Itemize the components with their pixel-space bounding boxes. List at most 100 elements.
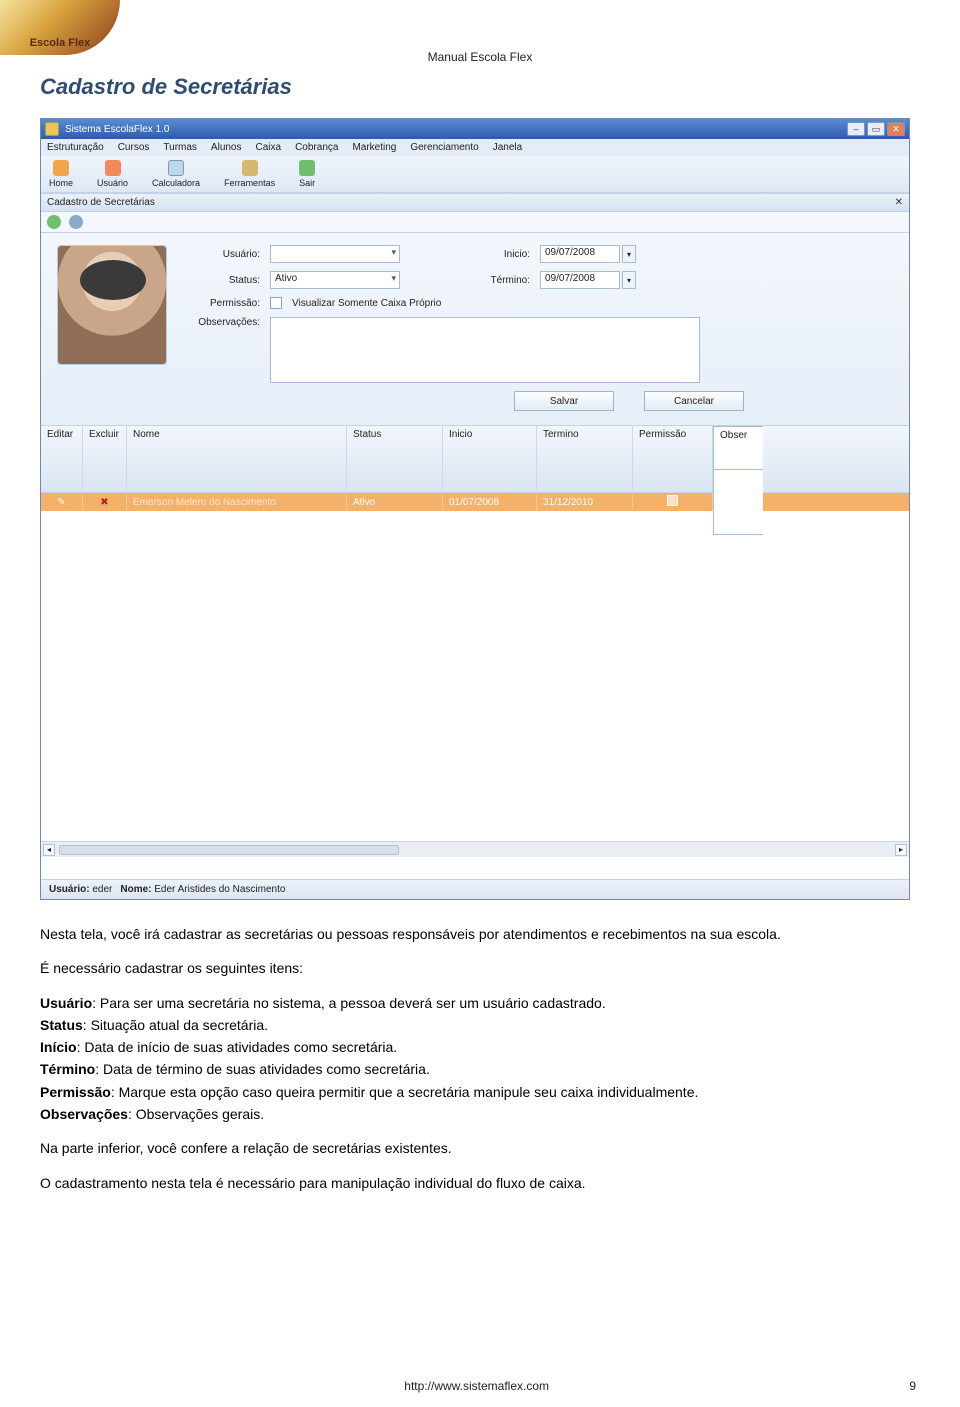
- permissao-checkbox[interactable]: [270, 297, 282, 309]
- def-status-text: : Situação atual da secretária.: [83, 1017, 268, 1033]
- intro-paragraph: Nesta tela, você irá cadastrar as secret…: [40, 924, 920, 944]
- status-nome-value: Eder Aristides do Nascimento: [154, 884, 285, 895]
- avatar-image: [57, 245, 167, 365]
- maximize-button[interactable]: ▭: [867, 122, 885, 136]
- scroll-right-icon[interactable]: ▸: [895, 844, 907, 856]
- col-nome[interactable]: Nome: [127, 426, 347, 492]
- refresh-icon[interactable]: [69, 215, 83, 229]
- menu-cursos[interactable]: Cursos: [118, 142, 150, 153]
- user-icon: [105, 160, 121, 176]
- def-usuario-text: : Para ser uma secretária no sistema, a …: [92, 995, 606, 1011]
- status-nome-label: Nome:: [120, 884, 151, 895]
- menu-alunos[interactable]: Alunos: [211, 142, 242, 153]
- window-titlebar: Sistema EscolaFlex 1.0 – ▭ ✕: [41, 119, 909, 139]
- lead-paragraph: É necessário cadastrar os seguintes iten…: [40, 958, 920, 978]
- close-button[interactable]: ✕: [887, 122, 905, 136]
- form-panel: Usuário: Inicio: 09/07/2008 ▾ Status: At…: [41, 233, 909, 425]
- permissao-checkbox-label: Visualizar Somente Caixa Próprio: [292, 298, 441, 309]
- toolbar-usuario[interactable]: Usuário: [97, 160, 128, 188]
- menu-cobranca[interactable]: Cobrança: [295, 142, 338, 153]
- label-permissao: Permissão:: [185, 298, 260, 309]
- toolbar-calculadora[interactable]: Calculadora: [152, 160, 200, 188]
- salvar-button[interactable]: Salvar: [514, 391, 614, 411]
- inicio-date-picker-icon[interactable]: ▾: [622, 245, 636, 263]
- grid-row[interactable]: ✎ ✖ Emerson Melero do Nascimento Ativo 0…: [41, 493, 909, 511]
- def-usuario-label: Usuário: [40, 995, 92, 1011]
- row-delete-icon[interactable]: ✖: [83, 495, 127, 510]
- termino-date-input[interactable]: 09/07/2008: [540, 271, 620, 289]
- def-termino-label: Término: [40, 1061, 95, 1077]
- row-perm-checkbox[interactable]: [667, 495, 678, 506]
- exit-icon: [299, 160, 315, 176]
- section-title: Cadastro de Secretárias: [40, 74, 920, 100]
- col-termino[interactable]: Termino: [537, 426, 633, 492]
- document-header: Manual Escola Flex: [40, 50, 920, 64]
- menu-turmas[interactable]: Turmas: [163, 142, 197, 153]
- horizontal-scrollbar[interactable]: ◂ ▸: [41, 841, 909, 857]
- page-footer: http://www.sistemaflex.com 9: [0, 1379, 960, 1393]
- child-window-title: Cadastro de Secretárias: [47, 197, 155, 208]
- toolbar-ferramentas[interactable]: Ferramentas: [224, 160, 275, 188]
- main-toolbar: Home Usuário Calculadora Ferramentas Sai…: [41, 156, 909, 193]
- grid-body-empty: [41, 511, 909, 841]
- termino-date-picker-icon[interactable]: ▾: [622, 271, 636, 289]
- row-termino: 31/12/2010: [537, 495, 633, 510]
- add-icon[interactable]: [47, 215, 61, 229]
- def-permissao-text: : Marque esta opção caso queira permitir…: [111, 1084, 699, 1100]
- row-permissao: [633, 493, 713, 511]
- app-screenshot: Sistema EscolaFlex 1.0 – ▭ ✕ Estruturaçã…: [40, 118, 910, 900]
- row-edit-icon[interactable]: ✎: [41, 495, 83, 510]
- window-title: Sistema EscolaFlex 1.0: [65, 124, 170, 135]
- def-status-label: Status: [40, 1017, 83, 1033]
- app-icon: [45, 122, 59, 136]
- page-number: 9: [909, 1379, 916, 1393]
- scroll-left-icon[interactable]: ◂: [43, 844, 55, 856]
- inicio-date-input[interactable]: 09/07/2008: [540, 245, 620, 263]
- scroll-thumb[interactable]: [59, 845, 399, 855]
- label-observacoes: Observações:: [185, 317, 260, 328]
- final-paragraph: O cadastramento nesta tela é necessário …: [40, 1173, 920, 1193]
- col-permissao[interactable]: Permissão: [633, 426, 713, 492]
- child-window-titlebar: Cadastro de Secretárias ✕: [41, 193, 909, 212]
- statusbar-spacer: [41, 857, 909, 879]
- label-status: Status:: [185, 275, 260, 286]
- manual-body-text: Nesta tela, você irá cadastrar as secret…: [40, 924, 920, 1193]
- minimize-button[interactable]: –: [847, 122, 865, 136]
- def-permissao-label: Permissão: [40, 1084, 111, 1100]
- label-termino: Término:: [480, 275, 530, 286]
- child-close-button[interactable]: ✕: [895, 197, 903, 208]
- toolbar-home[interactable]: Home: [49, 160, 73, 188]
- col-excluir[interactable]: Excluir: [83, 426, 127, 492]
- col-inicio[interactable]: Inicio: [443, 426, 537, 492]
- row-obs: TESTE: [713, 469, 763, 535]
- col-status[interactable]: Status: [347, 426, 443, 492]
- col-editar[interactable]: Editar: [41, 426, 83, 492]
- def-inicio-label: Início: [40, 1039, 77, 1055]
- menu-gerenciamento[interactable]: Gerenciamento: [410, 142, 478, 153]
- menu-janela[interactable]: Janela: [493, 142, 522, 153]
- logo-text: Escola Flex: [30, 37, 91, 49]
- toolbar-sair[interactable]: Sair: [299, 160, 315, 188]
- footer-url: http://www.sistemaflex.com: [404, 1379, 549, 1393]
- def-termino-text: : Data de término de suas atividades com…: [95, 1061, 430, 1077]
- menu-estruturacao[interactable]: Estruturação: [47, 142, 104, 153]
- menu-marketing[interactable]: Marketing: [352, 142, 396, 153]
- def-observacoes-text: : Observações gerais.: [128, 1106, 264, 1122]
- status-combo[interactable]: Ativo: [270, 271, 400, 289]
- menu-caixa[interactable]: Caixa: [256, 142, 282, 153]
- def-observacoes-label: Observações: [40, 1106, 128, 1122]
- form-toolbar: [41, 212, 909, 233]
- row-nome: Emerson Melero do Nascimento: [127, 495, 347, 510]
- def-inicio-text: : Data de início de suas atividades como…: [77, 1039, 398, 1055]
- status-bar: Usuário: eder Nome: Eder Aristides do Na…: [41, 879, 909, 899]
- usuario-combo[interactable]: [270, 245, 400, 263]
- label-inicio: Inicio:: [480, 249, 530, 260]
- label-usuario: Usuário:: [185, 249, 260, 260]
- status-usuario-label: Usuário:: [49, 884, 90, 895]
- row-inicio: 01/07/2008: [443, 495, 537, 510]
- lower-paragraph: Na parte inferior, você confere a relaçã…: [40, 1138, 920, 1158]
- cancelar-button[interactable]: Cancelar: [644, 391, 744, 411]
- calculator-icon: [168, 160, 184, 176]
- status-usuario-value: eder: [92, 884, 112, 895]
- observacoes-textarea[interactable]: [270, 317, 700, 383]
